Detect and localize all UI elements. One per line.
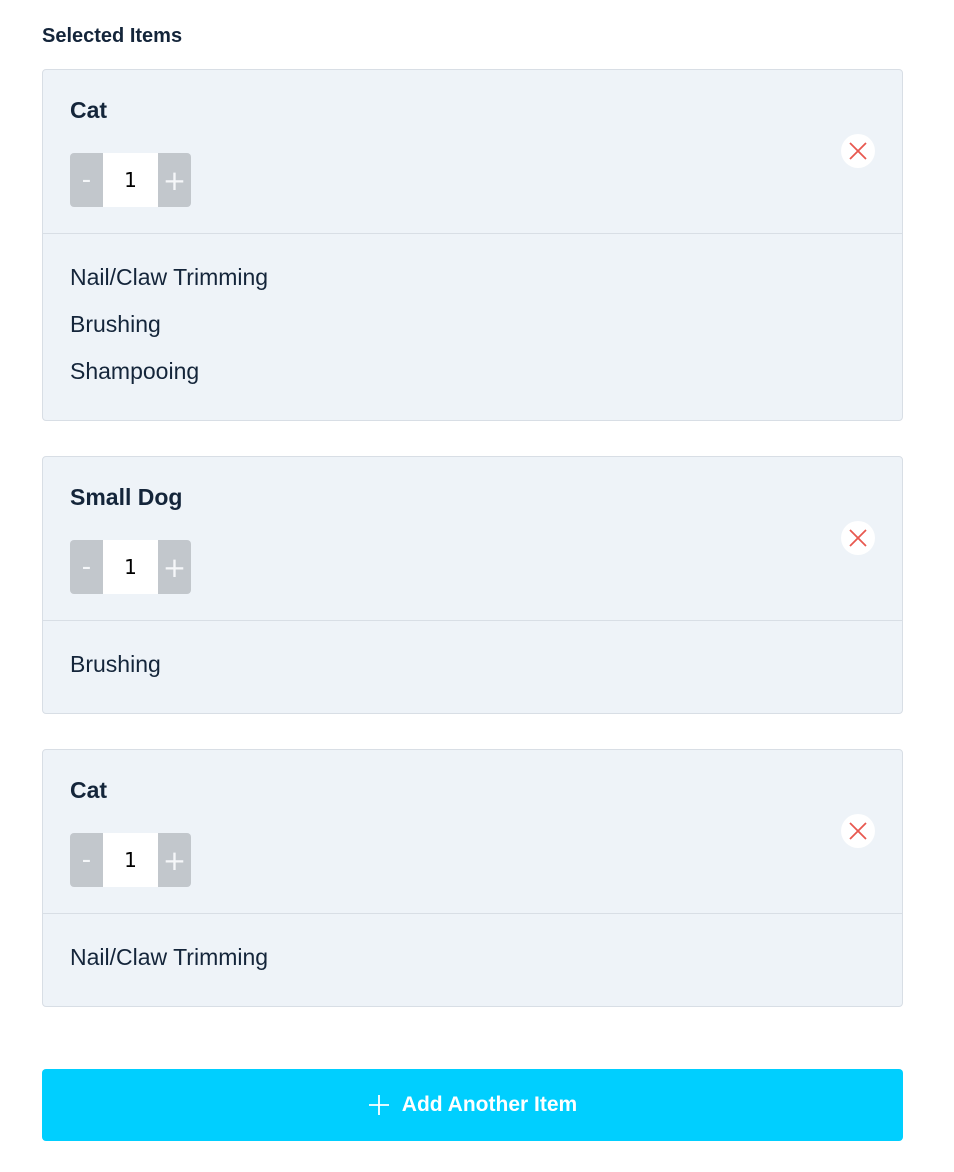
close-icon (849, 142, 867, 160)
remove-item-button[interactable] (841, 814, 875, 848)
item-card-header: Small Dog - + (43, 457, 902, 621)
remove-item-button[interactable] (841, 134, 875, 168)
service-list: Nail/Claw Trimming Brushing Shampooing (43, 234, 902, 420)
close-icon (849, 529, 867, 547)
increment-button[interactable]: + (158, 540, 191, 594)
item-card: Cat - + Nail/Claw Trimming (42, 749, 903, 1007)
increment-button[interactable]: + (158, 833, 191, 887)
quantity-stepper: - + (70, 833, 191, 887)
add-another-item-label: Add Another Item (401, 1093, 578, 1116)
decrement-button[interactable]: - (70, 833, 103, 887)
quantity-input[interactable] (103, 153, 158, 207)
service-item: Nail/Claw Trimming (70, 944, 269, 970)
item-title: Small Dog (70, 484, 183, 510)
quantity-input[interactable] (103, 833, 158, 887)
service-list: Nail/Claw Trimming (43, 914, 902, 1006)
item-card-header: Cat - + (43, 70, 902, 234)
quantity-input[interactable] (103, 540, 158, 594)
service-item: Brushing (70, 311, 161, 337)
quantity-stepper: - + (70, 540, 191, 594)
item-card: Small Dog - + Brushing (42, 456, 903, 714)
remove-item-button[interactable] (841, 521, 875, 555)
section-title: Selected Items (42, 25, 183, 47)
decrement-button[interactable]: - (70, 540, 103, 594)
decrement-button[interactable]: - (70, 153, 103, 207)
increment-button[interactable]: + (158, 153, 191, 207)
quantity-stepper: - + (70, 153, 191, 207)
service-list: Brushing (43, 621, 902, 713)
item-title: Cat (70, 97, 108, 123)
add-another-item-button[interactable]: Add Another Item (42, 1069, 903, 1141)
item-card: Cat - + Nail/Claw Trimming Brushing Sham… (42, 69, 903, 421)
item-title: Cat (70, 777, 108, 803)
item-card-header: Cat - + (43, 750, 902, 914)
close-icon (849, 822, 867, 840)
service-item: Shampooing (70, 358, 200, 384)
service-item: Brushing (70, 651, 161, 677)
plus-icon (368, 1095, 389, 1115)
service-item: Nail/Claw Trimming (70, 264, 269, 290)
